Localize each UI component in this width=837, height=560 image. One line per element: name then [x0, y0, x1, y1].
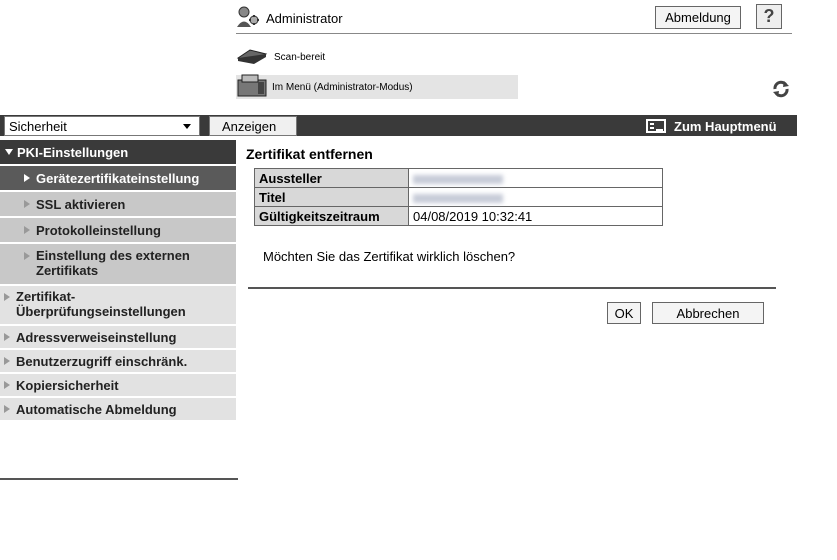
table-value: 04/08/2019 10:32:41	[408, 206, 663, 226]
sidebar-item-address-reference[interactable]: Adressverweiseinstellung	[0, 326, 236, 350]
admin-row: Administrator	[236, 6, 343, 31]
ok-button[interactable]: OK	[607, 302, 641, 324]
sidebar-divider	[0, 478, 238, 480]
certificate-table: Aussteller Titel Gültigkeitszeitraum 04/…	[254, 168, 663, 226]
sidebar-item-label: Einstellung des externen Zertifikats	[36, 248, 190, 278]
refresh-button[interactable]	[770, 80, 792, 100]
sidebar-item-auto-logout[interactable]: Automatische Abmeldung	[0, 398, 236, 422]
sidebar-item-label: Automatische Abmeldung	[16, 401, 177, 417]
arrow-right-icon	[24, 174, 30, 182]
sidebar-item-label: Gerätezertifikateinstellung	[36, 170, 200, 186]
sidebar-item-device-certificate[interactable]: Gerätezertifikateinstellung	[0, 166, 236, 192]
sidebar-item-ssl[interactable]: SSL aktivieren	[0, 192, 236, 218]
main-menu-label: Zum Hauptmenü	[674, 118, 777, 134]
content-panel: Zertifikat entfernen Aussteller Titel Gü…	[246, 146, 786, 324]
category-value: Sicherheit	[9, 118, 67, 134]
sidebar-item-certificate-verification[interactable]: Zertifikat-Überprüfungseinstellungen	[0, 286, 236, 326]
table-row: Titel	[254, 187, 663, 207]
content-divider	[248, 287, 776, 289]
arrow-right-icon	[4, 357, 10, 365]
status-row: Scan-bereit	[236, 48, 325, 67]
sidebar-item-label: SSL aktivieren	[36, 196, 126, 212]
sidebar-section-label: PKI-Einstellungen	[17, 144, 129, 160]
sidebar-item-protocol[interactable]: Protokolleinstellung	[0, 218, 236, 244]
main-menu-link[interactable]: Zum Hauptmenü	[646, 117, 777, 135]
admin-label: Administrator	[266, 11, 343, 26]
table-row: Aussteller	[254, 168, 663, 188]
arrow-right-icon	[24, 252, 30, 260]
show-button[interactable]: Anzeigen	[209, 116, 297, 136]
confirm-question: Möchten Sie das Zertifikat wirklich lösc…	[263, 249, 516, 264]
expanded-arrow-icon	[5, 149, 13, 155]
sidebar-item-label: Protokolleinstellung	[36, 222, 161, 238]
mode-label: Im Menü (Administrator-Modus)	[272, 81, 413, 93]
main-menu-icon	[646, 119, 666, 133]
arrow-right-icon	[4, 333, 10, 341]
printer-icon	[236, 74, 268, 101]
table-key: Titel	[254, 187, 409, 207]
redacted-value	[413, 174, 503, 184]
status-label: Scan-bereit	[274, 52, 326, 63]
help-button[interactable]: ?	[756, 4, 782, 29]
header: Administrator Abmeldung ? Scan-bereit Im…	[232, 0, 792, 108]
sidebar-item-copy-security[interactable]: Kopiersicherheit	[0, 374, 236, 398]
arrow-right-icon	[4, 381, 10, 389]
arrow-right-icon	[24, 226, 30, 234]
sidebar-item-label: Kopiersicherheit	[16, 377, 119, 393]
chevron-down-icon	[183, 124, 191, 129]
scanner-icon	[236, 48, 268, 67]
table-value-redacted	[408, 168, 663, 188]
mode-row: Im Menü (Administrator-Modus)	[236, 74, 518, 101]
cancel-button[interactable]: Abbrechen	[652, 302, 764, 324]
arrow-right-icon	[24, 200, 30, 208]
admin-user-icon	[236, 6, 262, 31]
table-key: Gültigkeitszeitraum	[254, 206, 409, 226]
header-divider	[236, 33, 792, 34]
arrow-right-icon	[4, 293, 10, 301]
sidebar-section-pki[interactable]: PKI-Einstellungen	[0, 140, 236, 166]
sidebar-item-external-certificate[interactable]: Einstellung des externen Zertifikats	[0, 244, 236, 286]
table-row: Gültigkeitszeitraum 04/08/2019 10:32:41	[254, 206, 663, 226]
sidebar-item-label: Benutzerzugriff einschränk.	[16, 353, 188, 369]
arrow-right-icon	[4, 405, 10, 413]
redacted-value	[413, 193, 503, 203]
page-title: Zertifikat entfernen	[246, 146, 373, 162]
sidebar-item-label: Zertifikat-Überprüfungseinstellungen	[16, 289, 186, 319]
sidebar-item-label: Adressverweiseinstellung	[16, 329, 177, 345]
category-select[interactable]: Sicherheit	[4, 116, 200, 136]
logout-button[interactable]: Abmeldung	[655, 6, 741, 29]
refresh-icon	[771, 80, 791, 101]
table-value-redacted	[408, 187, 663, 207]
sidebar-item-user-access[interactable]: Benutzerzugriff einschränk.	[0, 350, 236, 374]
table-key: Aussteller	[254, 168, 409, 188]
sidebar: PKI-Einstellungen Gerätezertifikateinste…	[0, 140, 238, 422]
